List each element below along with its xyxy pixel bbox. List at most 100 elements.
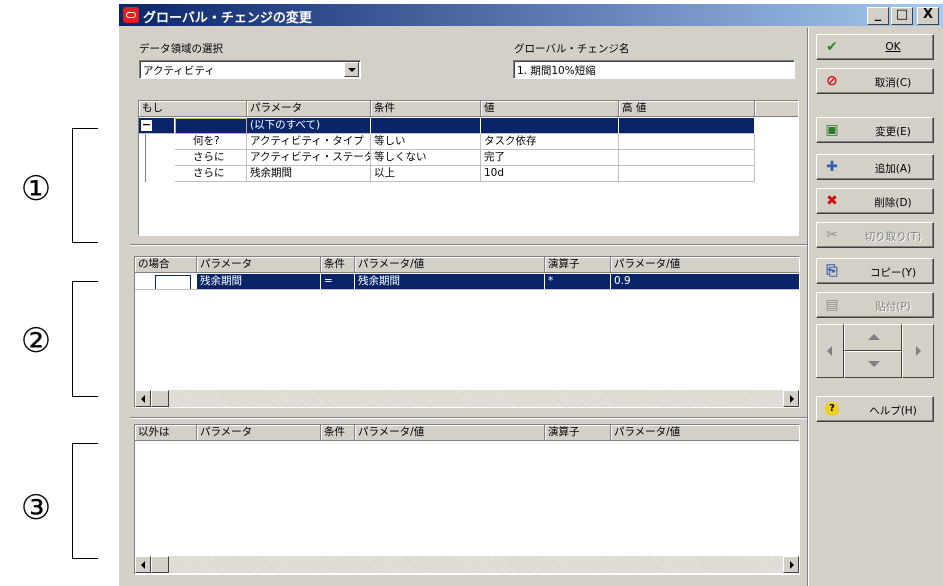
row-if[interactable]: さらに	[175, 166, 247, 182]
arrow-up-icon	[868, 334, 880, 340]
title-bar[interactable]: グローバル・チェンジの変更 _ □ X	[119, 4, 943, 26]
scroll-thumb[interactable]	[151, 556, 169, 573]
paste-button[interactable]: ▤ 貼付(P)	[816, 292, 934, 318]
row-operator[interactable]: *	[545, 274, 611, 290]
annotation-bracket-2	[72, 281, 98, 397]
data-area-value: アクティビティ	[143, 65, 215, 77]
col-header-parameter[interactable]: パラメータ	[197, 425, 321, 441]
arrow-right-icon	[916, 346, 921, 356]
row-parameter[interactable]: (以下のすべて)	[247, 118, 371, 134]
col-header-if[interactable]: もし	[139, 101, 247, 117]
cancel-button[interactable]: ⊘ 取消(C)	[816, 68, 934, 94]
row-parameter[interactable]: アクティビティ・タイプ	[247, 134, 371, 150]
divider	[130, 244, 807, 246]
row-condition[interactable]	[371, 118, 481, 134]
add-button[interactable]: ✚ 追加(A)	[816, 154, 934, 180]
row-parameter[interactable]: 残余期間	[197, 274, 321, 290]
col-header-parameter[interactable]: パラメータ	[197, 257, 321, 273]
edit-icon: ▣	[825, 122, 839, 138]
close-button[interactable]: X	[917, 7, 939, 25]
row-value[interactable]	[481, 118, 619, 134]
col-header-high-value[interactable]: 高 値	[619, 101, 755, 117]
scroll-right-icon[interactable]	[783, 390, 799, 407]
tree-line	[145, 166, 175, 182]
paste-icon: ▤	[825, 297, 839, 313]
move-down-button[interactable]	[844, 351, 902, 378]
annotation-3: ③	[20, 488, 52, 528]
row-if[interactable]: 何を?	[175, 134, 247, 150]
change-name-input[interactable]: 1. 期間10%短縮	[513, 60, 795, 79]
col-header-condition[interactable]: 条件	[321, 257, 355, 273]
row-if-cell[interactable]	[175, 118, 247, 134]
annotation-2: ②	[20, 321, 52, 361]
col-header-param-value-2[interactable]: パラメータ/値	[611, 425, 799, 441]
row-param-value[interactable]: 残余期間	[355, 274, 545, 290]
minimize-button[interactable]: _	[867, 7, 889, 25]
ok-button[interactable]: ✔ OK	[816, 34, 934, 60]
else-grid[interactable]: 以外は パラメータ 条件 パラメータ/値 演算子 パラメータ/値	[134, 424, 800, 575]
row-parameter[interactable]: アクティビティ・ステータス	[247, 150, 371, 166]
row-if[interactable]: さらに	[175, 150, 247, 166]
data-area-select[interactable]: アクティビティ	[139, 60, 361, 79]
cut-button[interactable]: ✂ 切り取り(T)	[816, 222, 934, 248]
horizontal-scrollbar[interactable]	[135, 556, 799, 573]
delete-button[interactable]: ✖ 削除(D)	[816, 188, 934, 214]
row-high-value[interactable]	[619, 118, 755, 134]
divider	[130, 417, 807, 419]
row-high-value[interactable]	[619, 134, 755, 150]
col-header-else[interactable]: 以外は	[135, 425, 197, 441]
row-value[interactable]: 完了	[481, 150, 619, 166]
annotation-bracket-1	[72, 128, 98, 243]
col-header-condition[interactable]: 条件	[321, 425, 355, 441]
copy-button[interactable]: ⎘ コピー(Y)	[816, 258, 934, 284]
annotation-bracket-3	[72, 443, 98, 559]
col-header-param-value[interactable]: パラメータ/値	[355, 425, 545, 441]
data-area-label: データ領域の選択	[139, 43, 223, 55]
collapse-icon[interactable]: −	[139, 118, 175, 134]
row-value[interactable]: タスク依存	[481, 134, 619, 150]
scroll-left-icon[interactable]	[135, 390, 151, 407]
row-high-value[interactable]	[619, 166, 755, 182]
row-then[interactable]	[135, 274, 197, 290]
col-header-param-value-2[interactable]: パラメータ/値	[611, 257, 799, 273]
then-grid[interactable]: の場合 パラメータ 条件 パラメータ/値 演算子 パラメータ/値 残余期間 = …	[134, 256, 800, 408]
check-icon: ✔	[826, 39, 838, 55]
row-condition[interactable]: 以上	[371, 166, 481, 182]
col-header-operator[interactable]: 演算子	[545, 257, 611, 273]
scroll-thumb[interactable]	[151, 390, 169, 407]
help-button[interactable]: ? ヘルプ(H)	[816, 396, 934, 422]
delete-x-icon: ✖	[826, 193, 838, 209]
help-icon: ?	[825, 402, 839, 416]
col-header-value[interactable]: 値	[481, 101, 619, 117]
annotation-1: ①	[20, 169, 52, 209]
move-up-button[interactable]	[844, 324, 902, 351]
row-high-value[interactable]	[619, 150, 755, 166]
condition-grid[interactable]: もし パラメータ 条件 値 高 値 − (以下のすべて) 何を? アクティビティ…	[138, 100, 799, 236]
maximize-button[interactable]: □	[891, 7, 913, 25]
col-header-operator[interactable]: 演算子	[545, 425, 611, 441]
change-name-label: グローバル・チェンジ名	[514, 43, 630, 55]
move-arrows	[816, 324, 934, 378]
scroll-right-icon[interactable]	[783, 556, 799, 573]
global-change-dialog: グローバル・チェンジの変更 _ □ X データ領域の選択 アクティビティ グロー…	[118, 4, 943, 586]
row-condition[interactable]: =	[321, 274, 355, 290]
scroll-left-icon[interactable]	[135, 556, 151, 573]
panel-divider	[807, 28, 809, 586]
window-title: グローバル・チェンジの変更	[143, 11, 312, 26]
col-header-parameter[interactable]: パラメータ	[247, 101, 371, 117]
row-condition[interactable]: 等しい	[371, 134, 481, 150]
row-param-value-2[interactable]: 0.9	[611, 274, 799, 290]
chevron-down-icon[interactable]	[344, 62, 359, 77]
row-condition[interactable]: 等しくない	[371, 150, 481, 166]
col-header-then[interactable]: の場合	[135, 257, 197, 273]
row-value[interactable]: 10d	[481, 166, 619, 182]
col-header-param-value[interactable]: パラメータ/値	[355, 257, 545, 273]
change-button[interactable]: ▣ 変更(E)	[816, 117, 934, 143]
col-header-condition[interactable]: 条件	[371, 101, 481, 117]
row-parameter[interactable]: 残余期間	[247, 166, 371, 182]
move-left-button[interactable]	[816, 324, 844, 378]
tree-line	[145, 150, 175, 166]
horizontal-scrollbar[interactable]	[135, 390, 799, 407]
move-right-button[interactable]	[902, 324, 934, 378]
scissors-icon: ✂	[826, 227, 838, 243]
